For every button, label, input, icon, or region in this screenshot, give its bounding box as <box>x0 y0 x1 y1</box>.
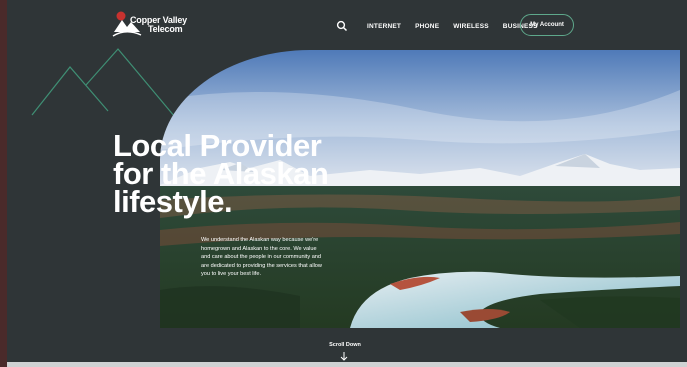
headline-line-3: lifestyle. <box>113 184 233 219</box>
hero-description: We understand the Alaskan way because we… <box>201 237 322 277</box>
window-edge <box>0 0 7 367</box>
scroll-down-label[interactable]: Scroll Down <box>325 342 365 348</box>
bottom-scrollbar <box>7 362 687 367</box>
brand-line-2: Telecom <box>148 24 183 34</box>
brand-name: Copper Valley Telecom <box>130 16 187 34</box>
mountain-outline-icon <box>31 48 180 124</box>
nav-wireless[interactable]: WIRELESS <box>453 23 489 30</box>
search-icon[interactable] <box>335 19 349 33</box>
brand-logo[interactable]: Copper Valley Telecom <box>112 10 202 42</box>
nav-phone[interactable]: PHONE <box>415 23 439 30</box>
arrow-down-icon[interactable] <box>339 351 349 361</box>
hero-headline: Local Provider for the Alaskan lifestyle… <box>113 130 329 219</box>
nav-internet[interactable]: INTERNET <box>367 23 401 30</box>
my-account-button[interactable]: My Account <box>520 14 574 36</box>
